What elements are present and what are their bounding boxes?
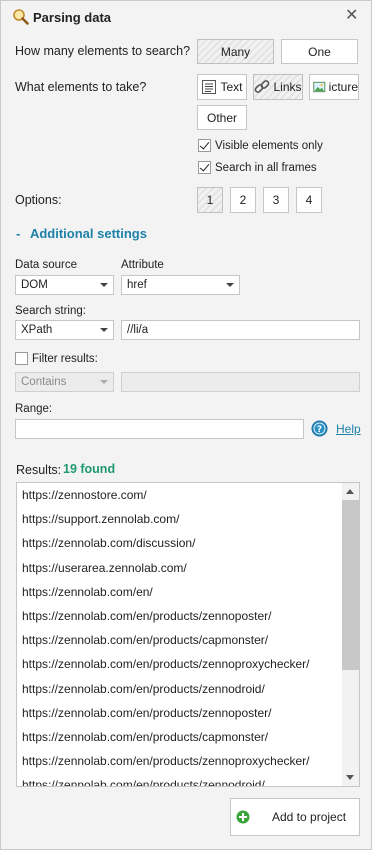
all-frames-checkbox[interactable]: Search in all frames (198, 161, 317, 174)
options-label: Options: (15, 193, 62, 207)
result-list-item[interactable]: https://zennolab.com/en/products/zennopr… (17, 652, 343, 676)
take-text-button[interactable]: Text (197, 74, 247, 100)
result-list-item[interactable]: https://zennolab.com/en/ (17, 580, 343, 604)
data-source-value: DOM (21, 279, 48, 291)
picture-icon (313, 81, 326, 93)
take-links-label: Links (273, 80, 302, 94)
magnifier-icon (13, 9, 29, 25)
filter-results-label: Filter results: (32, 352, 98, 365)
title-bar: Parsing data ✕ (1, 1, 371, 33)
take-other-label: Other (206, 110, 237, 125)
chevron-down-icon (100, 283, 108, 287)
close-icon[interactable]: ✕ (345, 8, 358, 24)
option-4-label: 4 (305, 193, 313, 207)
take-label: What elements to take? (15, 80, 147, 94)
filter-results-checkbox[interactable]: Filter results: (15, 352, 98, 365)
green-plus-icon (236, 810, 250, 824)
one-button[interactable]: One (281, 39, 358, 64)
scroll-down-icon[interactable] (346, 775, 354, 780)
add-to-project-label: Add to project (272, 810, 347, 824)
window-title: Parsing data (33, 10, 112, 25)
option-2-label: 2 (239, 193, 247, 207)
search-type-value: XPath (21, 324, 53, 336)
attribute-select[interactable]: href (121, 275, 240, 295)
search-count-label: How many elements to search? (15, 44, 191, 58)
help-link[interactable]: Help (336, 422, 361, 436)
take-text-label: Text (220, 80, 243, 94)
results-count: 19 found (63, 462, 116, 476)
attribute-value: href (127, 279, 147, 291)
take-other-button[interactable]: Other (197, 105, 247, 130)
many-button-label: Many (220, 44, 251, 59)
result-list-item[interactable]: https://zennolab.com/en/products/capmons… (17, 628, 343, 652)
attribute-label: Attribute (121, 259, 164, 271)
data-source-label: Data source (15, 259, 78, 271)
all-frames-box[interactable] (198, 161, 211, 174)
many-button[interactable]: Many (197, 39, 274, 64)
result-list-item[interactable]: https://zennolab.com/en/products/capmons… (17, 725, 343, 749)
option-2-button[interactable]: 2 (230, 187, 256, 213)
result-list-item[interactable]: https://zennolab.com/en/products/zennodr… (17, 773, 343, 786)
result-list-item[interactable]: https://zennolab.com/en/products/zennopo… (17, 604, 343, 628)
result-list-item[interactable]: https://zennolab.com/en/products/zennodr… (17, 677, 343, 701)
option-4-button[interactable]: 4 (296, 187, 322, 213)
search-string-value: //li/a (127, 324, 149, 336)
filter-mode-select: Contains (15, 372, 114, 392)
scroll-thumb[interactable] (342, 500, 359, 670)
visible-only-box[interactable] (198, 139, 211, 152)
data-source-select[interactable]: DOM (15, 275, 114, 295)
search-type-select[interactable]: XPath (15, 320, 114, 340)
chevron-down-icon (226, 283, 234, 287)
take-links-button[interactable]: Links (253, 74, 303, 100)
results-label: Results: (16, 463, 62, 477)
results-list-box[interactable]: https://zennostore.com/https://support.z… (16, 482, 360, 787)
option-1-label: 1 (206, 193, 214, 207)
option-3-label: 3 (272, 193, 280, 207)
text-lines-icon (202, 80, 217, 94)
help-icon[interactable]: ? (311, 420, 328, 437)
results-list: https://zennostore.com/https://support.z… (17, 483, 343, 786)
additional-settings-toggle[interactable]: - Additional settings (16, 226, 147, 241)
add-to-project-button[interactable]: Add to project (230, 798, 360, 836)
collapse-toggle-icon[interactable]: - (16, 226, 20, 241)
visible-only-checkbox[interactable]: Visible elements only (198, 139, 323, 152)
result-list-item[interactable]: https://support.zennolab.com/ (17, 507, 343, 531)
all-frames-label: Search in all frames (215, 161, 317, 174)
search-string-input[interactable]: //li/a (121, 320, 360, 340)
visible-only-label: Visible elements only (215, 139, 323, 152)
search-string-label: Search string: (15, 305, 86, 317)
results-scrollbar[interactable] (342, 483, 359, 786)
range-input[interactable] (15, 419, 304, 439)
chevron-down-icon (100, 328, 108, 332)
result-list-item[interactable]: https://zennolab.com/discussion/ (17, 531, 343, 555)
parsing-data-panel: Parsing data ✕ How many elements to sear… (0, 0, 372, 850)
chevron-down-icon (100, 380, 108, 384)
result-list-item[interactable]: https://zennolab.com/en/products/zennopo… (17, 701, 343, 725)
result-list-item[interactable]: https://userarea.zennolab.com/ (17, 556, 343, 580)
take-picture-button[interactable]: icture (309, 74, 359, 100)
additional-settings-title: Additional settings (29, 226, 147, 241)
svg-text:?: ? (317, 425, 322, 435)
take-picture-label: icture (328, 80, 358, 94)
result-list-item[interactable]: https://zennolab.com/en/products/zennopr… (17, 749, 343, 773)
one-button-label: One (308, 44, 331, 59)
chain-link-icon (255, 80, 270, 93)
filter-mode-value: Contains (21, 376, 67, 388)
option-1-button[interactable]: 1 (197, 187, 223, 213)
range-label: Range: (15, 403, 53, 415)
filter-value-input (121, 372, 360, 392)
filter-results-box[interactable] (15, 352, 28, 365)
result-list-item[interactable]: https://zennostore.com/ (17, 483, 343, 507)
option-3-button[interactable]: 3 (263, 187, 289, 213)
scroll-up-icon[interactable] (346, 489, 354, 494)
